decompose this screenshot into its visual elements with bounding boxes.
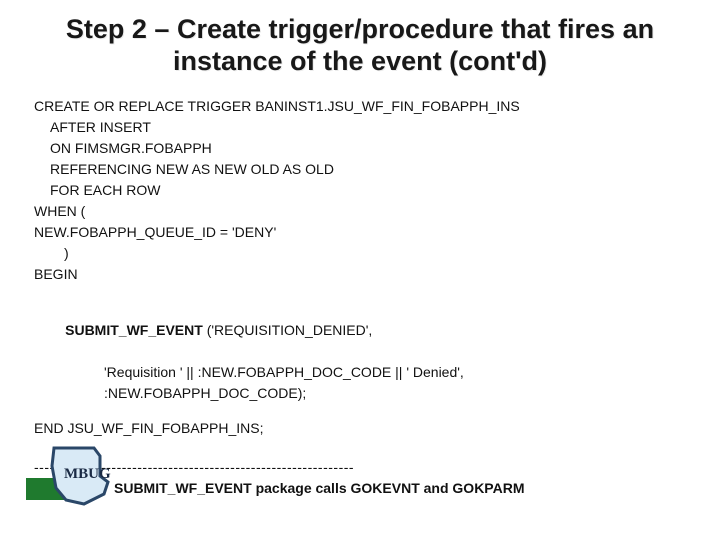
- code-line: FOR EACH ROW: [34, 180, 688, 201]
- submit-wf-event-bold: SUBMIT_WF_EVENT: [65, 322, 203, 338]
- code-arg-line: 'Requisition ' || :NEW.FOBAPPH_DOC_CODE …: [34, 362, 688, 383]
- code-line: ): [34, 243, 688, 264]
- spacer: [34, 439, 688, 453]
- code-line: WHEN (: [34, 201, 688, 222]
- code-end-line: END JSU_WF_FIN_FOBAPPH_INS;: [34, 418, 688, 439]
- footer-note: SUBMIT_WF_EVENT package calls GOKEVNT an…: [114, 478, 688, 499]
- code-line: ON FIMSMGR.FOBAPPH: [34, 138, 688, 159]
- code-line: AFTER INSERT: [34, 117, 688, 138]
- code-line: CREATE OR REPLACE TRIGGER BANINST1.JSU_W…: [34, 96, 688, 117]
- code-block: CREATE OR REPLACE TRIGGER BANINST1.JSU_W…: [34, 96, 688, 499]
- slide-title: Step 2 – Create trigger/procedure that f…: [56, 14, 664, 78]
- spacer: [34, 285, 688, 299]
- code-line: BEGIN: [34, 264, 688, 285]
- divider-line: ----------------------------------------…: [34, 457, 688, 478]
- slide-container: Step 2 – Create trigger/procedure that f…: [0, 0, 720, 540]
- code-call-line: SUBMIT_WF_EVENT ('REQUISITION_DENIED',: [34, 299, 688, 362]
- code-line: REFERENCING NEW AS NEW OLD AS OLD: [34, 159, 688, 180]
- call-rest: ('REQUISITION_DENIED',: [203, 322, 372, 338]
- code-arg-line: :NEW.FOBAPPH_DOC_CODE);: [34, 383, 688, 404]
- spacer-indent: [57, 322, 65, 338]
- code-line: NEW.FOBAPPH_QUEUE_ID = 'DENY': [34, 222, 688, 243]
- spacer: [34, 404, 688, 418]
